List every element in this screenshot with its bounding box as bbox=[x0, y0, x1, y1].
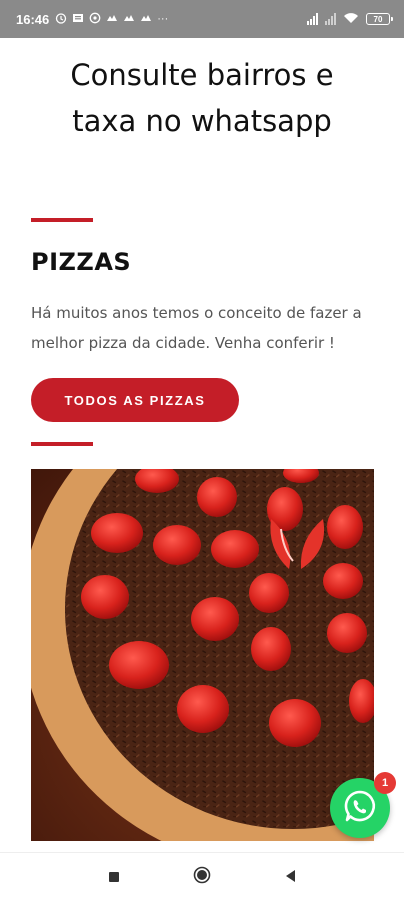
recent-apps-button[interactable] bbox=[104, 867, 124, 887]
back-button[interactable] bbox=[280, 867, 300, 887]
signal-icon bbox=[325, 13, 336, 25]
whatsapp-icon bbox=[342, 788, 378, 828]
signal-icon bbox=[307, 13, 318, 25]
alarm-icon bbox=[55, 12, 67, 27]
home-icon bbox=[193, 866, 211, 888]
status-left: 16:46 ··· bbox=[16, 12, 168, 27]
whatsapp-icon bbox=[89, 12, 101, 27]
battery-level: 70 bbox=[373, 14, 383, 24]
notification-icons: ··· bbox=[55, 12, 168, 27]
navigation-bar bbox=[0, 852, 404, 901]
recent-apps-icon bbox=[108, 868, 120, 887]
section-title: PIZZAS bbox=[31, 248, 132, 276]
mail-icon bbox=[72, 12, 84, 27]
headline-line-1: Consulte bairros e bbox=[70, 58, 334, 92]
all-pizzas-button[interactable]: TODOS AS PIZZAS bbox=[31, 378, 239, 422]
accent-divider bbox=[31, 218, 93, 222]
home-button[interactable] bbox=[192, 866, 212, 888]
app-icon bbox=[106, 12, 118, 27]
back-icon bbox=[284, 868, 296, 887]
status-right: 70 bbox=[307, 12, 393, 27]
wifi-icon bbox=[343, 12, 359, 27]
notification-badge: 1 bbox=[374, 772, 396, 794]
accent-divider bbox=[31, 442, 93, 446]
headline-line-2: taxa no whatsapp bbox=[72, 104, 332, 138]
app-icon bbox=[123, 12, 135, 27]
pizza-image bbox=[31, 469, 374, 841]
app-icon bbox=[140, 12, 152, 27]
section-description: Há muitos anos temos o conceito de fazer… bbox=[31, 304, 362, 352]
more-icon: ··· bbox=[157, 13, 169, 25]
battery-icon: 70 bbox=[366, 13, 393, 25]
status-bar: 16:46 ··· 70 bbox=[0, 0, 404, 38]
headline: Consulte bairros e taxa no whatsapp bbox=[0, 52, 404, 144]
status-time: 16:46 bbox=[16, 11, 50, 27]
